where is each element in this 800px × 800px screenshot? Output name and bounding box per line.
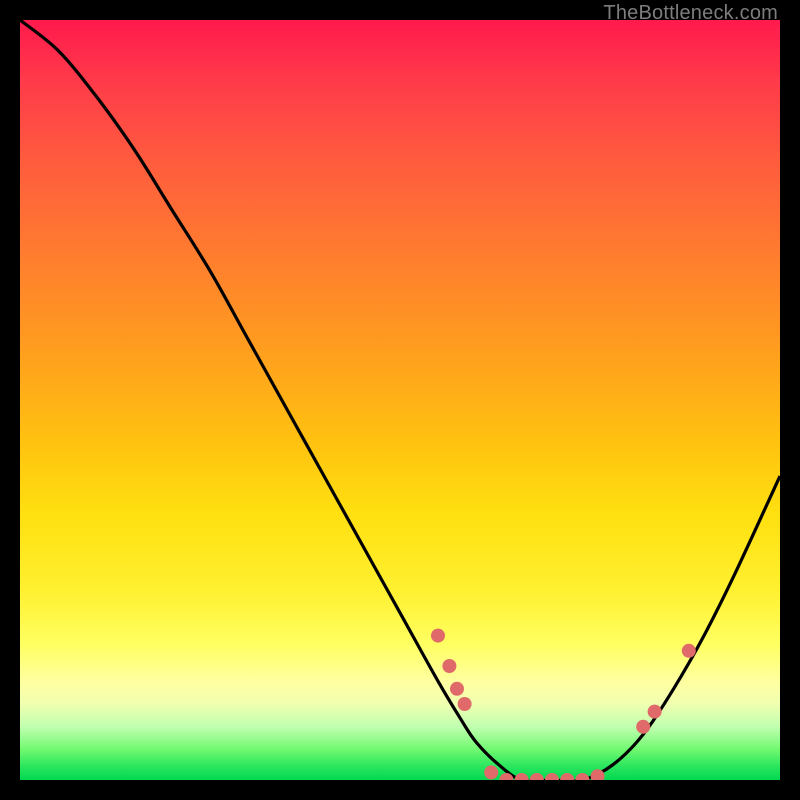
curve-group: [20, 20, 780, 780]
highlight-dot: [575, 773, 589, 780]
highlight-dot: [515, 773, 529, 780]
highlight-dot: [636, 720, 650, 734]
bottleneck-curve: [20, 20, 780, 780]
highlight-dot: [458, 697, 472, 711]
highlight-dot: [530, 773, 544, 780]
highlight-dots-group: [431, 629, 696, 780]
highlight-dot: [450, 682, 464, 696]
highlight-dot: [442, 659, 456, 673]
highlight-dot: [545, 773, 559, 780]
chart-frame: [20, 20, 780, 780]
highlight-dot: [484, 765, 498, 779]
highlight-dot: [560, 773, 574, 780]
highlight-dot: [682, 644, 696, 658]
highlight-dot: [431, 629, 445, 643]
chart-svg: [20, 20, 780, 780]
highlight-dot: [648, 705, 662, 719]
